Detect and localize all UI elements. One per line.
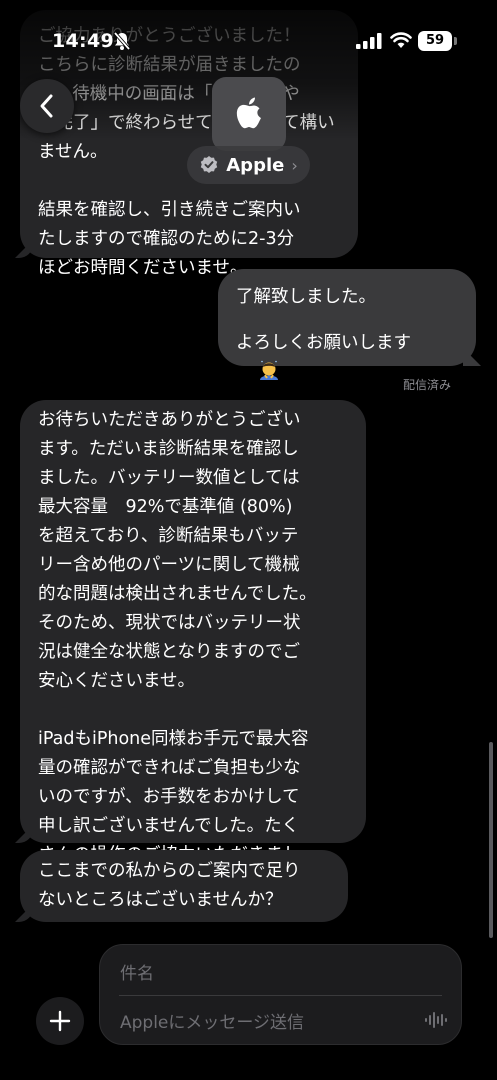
bowing-person-emoji-icon [260, 360, 279, 380]
chevron-left-icon [40, 94, 53, 118]
wifi-icon [390, 32, 412, 48]
contact-avatar[interactable] [212, 77, 286, 151]
battery-cap [454, 37, 457, 45]
plus-icon [49, 1010, 71, 1032]
audio-waveform-icon[interactable] [425, 1011, 447, 1029]
message-text: お待ちいただきありがとうござい ます。ただいま診断結果を確認し ました。バッテリ… [38, 410, 317, 894]
apple-logo-icon [236, 97, 261, 129]
back-button[interactable] [20, 79, 74, 133]
add-attachment-button[interactable] [36, 997, 84, 1045]
message-text: ここまでの私からのご案内で足り ないところはございませんか？ [38, 861, 301, 910]
subject-input[interactable]: 件名 [120, 959, 154, 984]
battery-level: 59 [425, 33, 445, 48]
message-bubble-incoming[interactable]: お待ちいただきありがとうござい ます。ただいま診断結果を確認し ました。バッテリ… [20, 400, 366, 894]
message-bubble-incoming[interactable]: ここまでの私からのご案内で足り ないところはございませんか？ [20, 850, 348, 922]
cellular-signal-icon [356, 33, 382, 49]
contact-name: Apple [226, 154, 285, 176]
message-text-line2: よろしくお願いします [236, 333, 411, 353]
message-text-line1: 了解致しました。 [236, 287, 376, 307]
message-bubble-outgoing[interactable]: 了解致しました。 よろしくお願いします [218, 269, 476, 380]
delivered-status: 配信済み [402, 378, 451, 392]
message-input[interactable]: Appleにメッセージ送信 [120, 1008, 304, 1033]
compose-divider [119, 995, 442, 996]
compose-box[interactable]: 件名 Appleにメッセージ送信 [99, 944, 462, 1045]
contact-name-button[interactable]: Apple › [187, 146, 310, 184]
verified-badge-icon [201, 156, 218, 173]
battery-icon: 59 [418, 31, 452, 51]
chevron-right-icon: › [291, 155, 298, 175]
status-bar: 14:49 59 [0, 0, 497, 52]
bell-slash-icon [113, 31, 131, 51]
status-time: 14:49 [52, 30, 114, 52]
scrollbar[interactable] [489, 742, 493, 938]
